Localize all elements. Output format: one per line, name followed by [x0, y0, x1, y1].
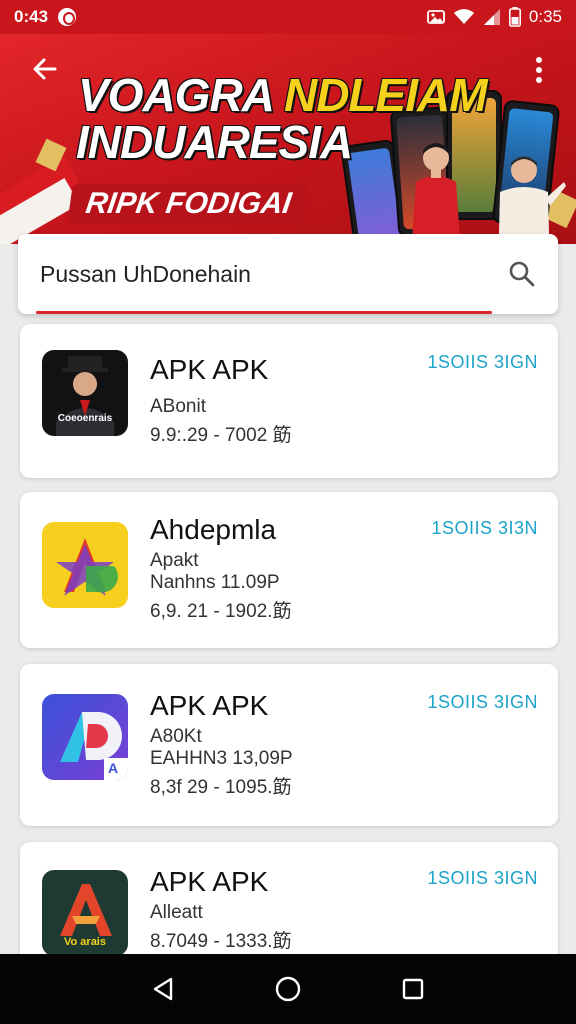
back-triangle-icon [153, 977, 172, 1001]
notification-icon [58, 8, 77, 26]
app-meta: Nanhns 11.09P [150, 572, 280, 593]
status-time-left: 0:43 [14, 7, 49, 26]
app-name: APK APK [150, 690, 269, 721]
app-icon-caption: A [108, 760, 119, 776]
app-icon: Vo arais [42, 870, 128, 956]
search-icon[interactable] [508, 260, 536, 288]
status-time-right: 0:35 [528, 7, 562, 26]
more-vert-icon [536, 57, 542, 83]
person-white-shirt-graphic [498, 156, 566, 244]
nav-back-button[interactable] [143, 969, 183, 1009]
app-meta: A80Kt [150, 726, 202, 747]
install-link[interactable]: 1SOIIS 3IGN [427, 692, 538, 713]
image-notification-icon [427, 10, 445, 24]
app-icon-caption: Vo arais [64, 936, 106, 948]
app-card[interactable]: Coeoenrais APK APK ABonit 9.9:.29 - 7002… [20, 324, 558, 478]
install-link[interactable]: 1SOIIS 3IGN [427, 352, 538, 373]
search-underline [36, 311, 492, 314]
home-circle-icon [275, 976, 301, 1002]
banner-title-line2: INDUARESIA [76, 115, 353, 168]
app-icon: A [42, 694, 128, 780]
app-card[interactable]: Ahdepmla Apakt Nanhns 11.09P 6,9. 21 - 1… [20, 492, 558, 648]
back-arrow-icon [33, 58, 57, 80]
search-bar[interactable]: Pussan UhDonehain [18, 234, 558, 314]
screen: 0:43 0:35 VOAGRA NDLEIAM INDUARESIA RIPK… [0, 0, 576, 1024]
app-meta: ABonit [150, 396, 206, 417]
back-button[interactable] [28, 52, 62, 86]
banner-title-white: VOAGRA [78, 69, 284, 121]
install-link[interactable]: 1SOIIS 3IGN [427, 868, 538, 889]
app-meta: 8.7049 - 1333.筯 [150, 931, 292, 952]
system-nav-bar [0, 954, 576, 1024]
more-options-button[interactable] [522, 50, 556, 90]
app-meta: 9.9:.29 - 7002 筯 [150, 425, 292, 446]
wifi-icon [453, 9, 474, 24]
battery-icon [508, 7, 521, 27]
banner-title: VOAGRA NDLEIAM INDUARESIA [76, 69, 488, 168]
app-meta: 6,9. 21 - 1902.筯 [150, 601, 292, 622]
app-icon-caption: Coeoenrais [57, 413, 113, 424]
app-card[interactable]: A APK APK A80Kt EAHHN3 13,09P 8,3f 29 - … [20, 664, 558, 826]
app-icon: Coeoenrais [42, 350, 128, 436]
app-name: APK APK [150, 866, 269, 897]
status-bar: 0:43 0:35 [0, 0, 576, 34]
install-link[interactable]: 1SOIIS 3I3N [431, 518, 538, 539]
app-icon [42, 522, 128, 608]
app-name: APK APK [150, 354, 269, 385]
app-meta: Apakt [150, 550, 199, 571]
nav-recents-button[interactable] [393, 969, 433, 1009]
banner-title-yellow: NDLEIAM [283, 69, 488, 121]
status-icons: 0:35 [427, 7, 562, 27]
app-meta: EAHHN3 13,09P [150, 748, 293, 769]
promo-banner: VOAGRA NDLEIAM INDUARESIA RIPK FODIGAI [0, 34, 576, 244]
signal-icon [483, 9, 500, 25]
banner-subtitle: RIPK FODIGAI [67, 184, 310, 224]
recents-square-icon [403, 978, 424, 1000]
app-meta: Alleatt [150, 902, 203, 923]
app-name: Ahdepmla [150, 514, 277, 545]
app-meta: 8,3f 29 - 1095.筯 [150, 777, 292, 798]
search-input[interactable]: Pussan UhDonehain [40, 261, 508, 288]
nav-home-button[interactable] [268, 969, 308, 1009]
